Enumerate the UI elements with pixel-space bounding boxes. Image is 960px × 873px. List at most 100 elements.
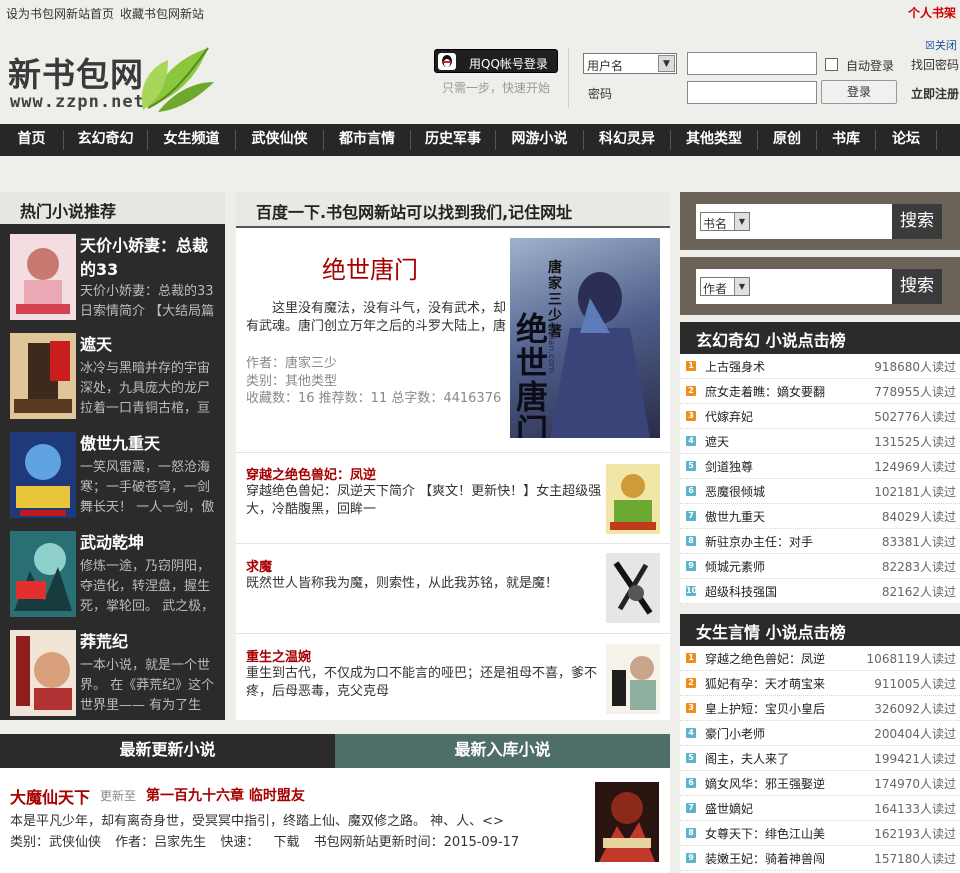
nav-item-history[interactable]: 历史军事 [411,124,495,156]
book-title[interactable]: 大魔仙天下 [10,784,90,808]
rank-row[interactable]: 9 倾城元素师 82283人读过 [680,554,960,579]
nav-item-library[interactable]: 书库 [817,124,875,156]
rank-book-name[interactable]: 超级科技强国 [705,583,777,600]
book-cover[interactable] [606,464,660,534]
search-input[interactable]: 书名 ▼ [696,204,892,239]
tab-latest-added[interactable]: 最新入库小说 [335,734,670,768]
rank-book-name[interactable]: 嫡女风华：邪王强娶逆 [705,775,825,792]
rank-book-name[interactable]: 盛世嫡妃 [705,800,753,817]
book-title[interactable]: 穿越之绝色兽妃：凤逆 [246,464,376,483]
rank-book-name[interactable]: 装嫩王妃：骑着神兽闯 [705,850,825,867]
rank-book-name[interactable]: 代嫁弃妃 [705,408,753,425]
tab-latest-update[interactable]: 最新更新小说 [0,734,335,768]
rank-book-name[interactable]: 穿越之绝色兽妃：凤逆 [705,650,825,667]
rank-row[interactable]: 6 嫡女风华：邪王强娶逆 174970人读过 [680,771,960,796]
search-field-select[interactable]: 书名 ▼ [700,212,750,231]
nav-item-wuxia[interactable]: 武侠仙侠 [236,124,323,156]
rank-row[interactable]: 8 女尊天下：绯色江山美 162193人读过 [680,821,960,846]
qq-login-button[interactable]: 用QQ帐号登录 [434,49,558,73]
user-type-select[interactable]: 用户名 ▼ [583,53,677,74]
hot-novels-panel: 热门小说推荐 天价小娇妻：总裁的33 天价小娇妻：总裁的33日索情简介 【大结局… [0,192,225,720]
featured-title[interactable]: 绝世唐门 [322,250,418,285]
hot-item-title[interactable]: 莽荒纪 [80,630,220,654]
rank-row[interactable]: 1 穿越之绝色兽妃：凤逆 1068119人读过 [680,646,960,671]
book-cover[interactable] [606,553,660,623]
book-cover[interactable] [606,644,660,714]
rank-book-name[interactable]: 恶魔很倾城 [705,483,765,500]
auto-login-checkbox[interactable] [825,58,838,71]
rank-book-name[interactable]: 倾城元素师 [705,558,765,575]
hot-item-title[interactable]: 武动乾坤 [80,531,220,555]
my-shelf-link[interactable]: 个人书架 [908,4,956,21]
close-link[interactable]: ☒关闭 [925,37,957,53]
rank-row[interactable]: 7 盛世嫡妃 164133人读过 [680,796,960,821]
rank-row[interactable]: 6 恶魔很倾城 102181人读过 [680,479,960,504]
rank-book-name[interactable]: 阁主，夫人来了 [705,750,789,767]
nav-item-scifi[interactable]: 科幻灵异 [584,124,670,156]
register-link[interactable]: 立即注册 [911,85,959,102]
rank-row[interactable]: 3 皇上护短：宝贝小皇后 326092人读过 [680,696,960,721]
search-button[interactable]: 搜索 [892,269,942,304]
list-item[interactable]: 重生之温婉 重生到古代，不仅成为口不能言的哑巴；还是祖母不喜，爹不疼，后母恶毒，… [246,644,666,736]
nav-item-original[interactable]: 原创 [758,124,816,156]
rank-count: 326092人读过 [874,702,956,716]
list-item[interactable]: 遮天 冰冷与黑暗并存的宇宙深处，九具庞大的龙尸拉着一口青铜古棺，亘 [10,333,225,421]
bookmark-link[interactable]: 收藏书包网新站 [120,5,204,22]
rank-row[interactable]: 2 庶女走着瞧：嫡女要翻 778955人读过 [680,379,960,404]
rank-row[interactable]: 5 阁主，夫人来了 199421人读过 [680,746,960,771]
rank-book-name[interactable]: 上古强身术 [705,358,765,375]
rank-title: 女生言情 小说点击榜 [696,623,846,642]
book-desc: 本是平凡少年，却有离奇身世，受冥冥中指引，终踏上仙、魔双修之路。 神、人、<> [10,814,504,829]
rank-row[interactable]: 2 狐妃有孕：天才萌宝来 911005人读过 [680,671,960,696]
rank-book-name[interactable]: 庶女走着瞧：嫡女要翻 [705,383,825,400]
search-field-select[interactable]: 作者 ▼ [700,277,750,296]
book-cover[interactable] [595,782,659,862]
forgot-password-link[interactable]: 找回密码 [911,56,959,73]
nav-item-fantasy[interactable]: 玄幻奇幻 [64,124,147,156]
download-link[interactable]: 下载 [273,835,299,850]
nav-item-other[interactable]: 其他类型 [671,124,757,156]
rank-book-name[interactable]: 狐妃有孕：天才萌宝来 [705,675,825,692]
rank-row[interactable]: 5 剑道独尊 124969人读过 [680,454,960,479]
nav-item-home[interactable]: 首页 [0,124,63,156]
list-item[interactable]: 穿越之绝色兽妃：凤逆 穿越绝色兽妃：凤逆天下简介 【爽文！更新快！】女主超级强大… [246,464,666,554]
hot-item-title[interactable]: 遮天 [80,333,220,357]
rank-row[interactable]: 4 遮天 131525人读过 [680,429,960,454]
login-button[interactable]: 登录 [821,80,897,104]
rank-book-name[interactable]: 遮天 [705,433,729,450]
rank-book-name[interactable]: 皇上护短：宝贝小皇后 [705,700,825,717]
rank-book-name[interactable]: 女尊天下：绯色江山美 [705,825,825,842]
rank-row[interactable]: 9 装嫩王妃：骑着神兽闯 157180人读过 [680,846,960,871]
nav-item-urban[interactable]: 都市言情 [324,124,410,156]
rank-row[interactable]: 10 超级科技强国 82162人读过 [680,579,960,604]
search-button[interactable]: 搜索 [892,204,942,239]
list-item[interactable]: 莽荒纪 一本小说，就是一个世界。 在《莽荒纪》这个世界里—— 有为了生 [10,630,225,718]
site-logo[interactable]: 新书包网 www.zzpn.net [6,38,216,116]
nav-item-game[interactable]: 网游小说 [496,124,583,156]
book-title[interactable]: 重生之温婉 [246,646,311,665]
rank-row[interactable]: 3 代嫁弃妃 502776人读过 [680,404,960,429]
rank-row[interactable]: 4 豪门小老师 200404人读过 [680,721,960,746]
nav-item-female[interactable]: 女生频道 [148,124,235,156]
password-input[interactable] [687,81,817,104]
rank-row[interactable]: 1 上古强身术 918680人读过 [680,354,960,379]
set-home-link[interactable]: 设为书包网新站首页 [6,5,114,22]
hot-item-title[interactable]: 天价小娇妻：总裁的33 [80,234,220,282]
hot-item-title[interactable]: 傲世九重天 [80,432,220,456]
username-input[interactable] [687,52,817,75]
nav-item-forum[interactable]: 论坛 [876,124,936,156]
search-input[interactable]: 作者 ▼ [696,269,892,304]
chapter-link[interactable]: 第一百九十六章 临时盟友 [146,785,305,805]
rank-number: 3 [686,703,696,713]
rank-book-name[interactable]: 豪门小老师 [705,725,765,742]
rank-row[interactable]: 7 傲世九重天 84029人读过 [680,504,960,529]
rank-book-name[interactable]: 剑道独尊 [705,458,753,475]
featured-cover[interactable]: 唐家三少著 Qidian.com 绝世唐门 [510,238,660,438]
book-title[interactable]: 求魔 [246,556,272,575]
list-item[interactable]: 武动乾坤 修炼一途，乃窃阴阳，夺造化，转涅盘，握生死，掌轮回。 武之极， [10,531,225,619]
rank-book-name[interactable]: 傲世九重天 [705,508,765,525]
rank-row[interactable]: 8 新驻京办主任：对手 83381人读过 [680,529,960,554]
list-item[interactable]: 天价小娇妻：总裁的33 天价小娇妻：总裁的33日索情简介 【大结局篇 [10,234,225,322]
rank-book-name[interactable]: 新驻京办主任：对手 [705,533,813,550]
list-item[interactable]: 傲世九重天 一笑风雷震，一怒沧海寒；一手破苍穹，一剑舞长天！ 一人一剑，傲 [10,432,225,520]
